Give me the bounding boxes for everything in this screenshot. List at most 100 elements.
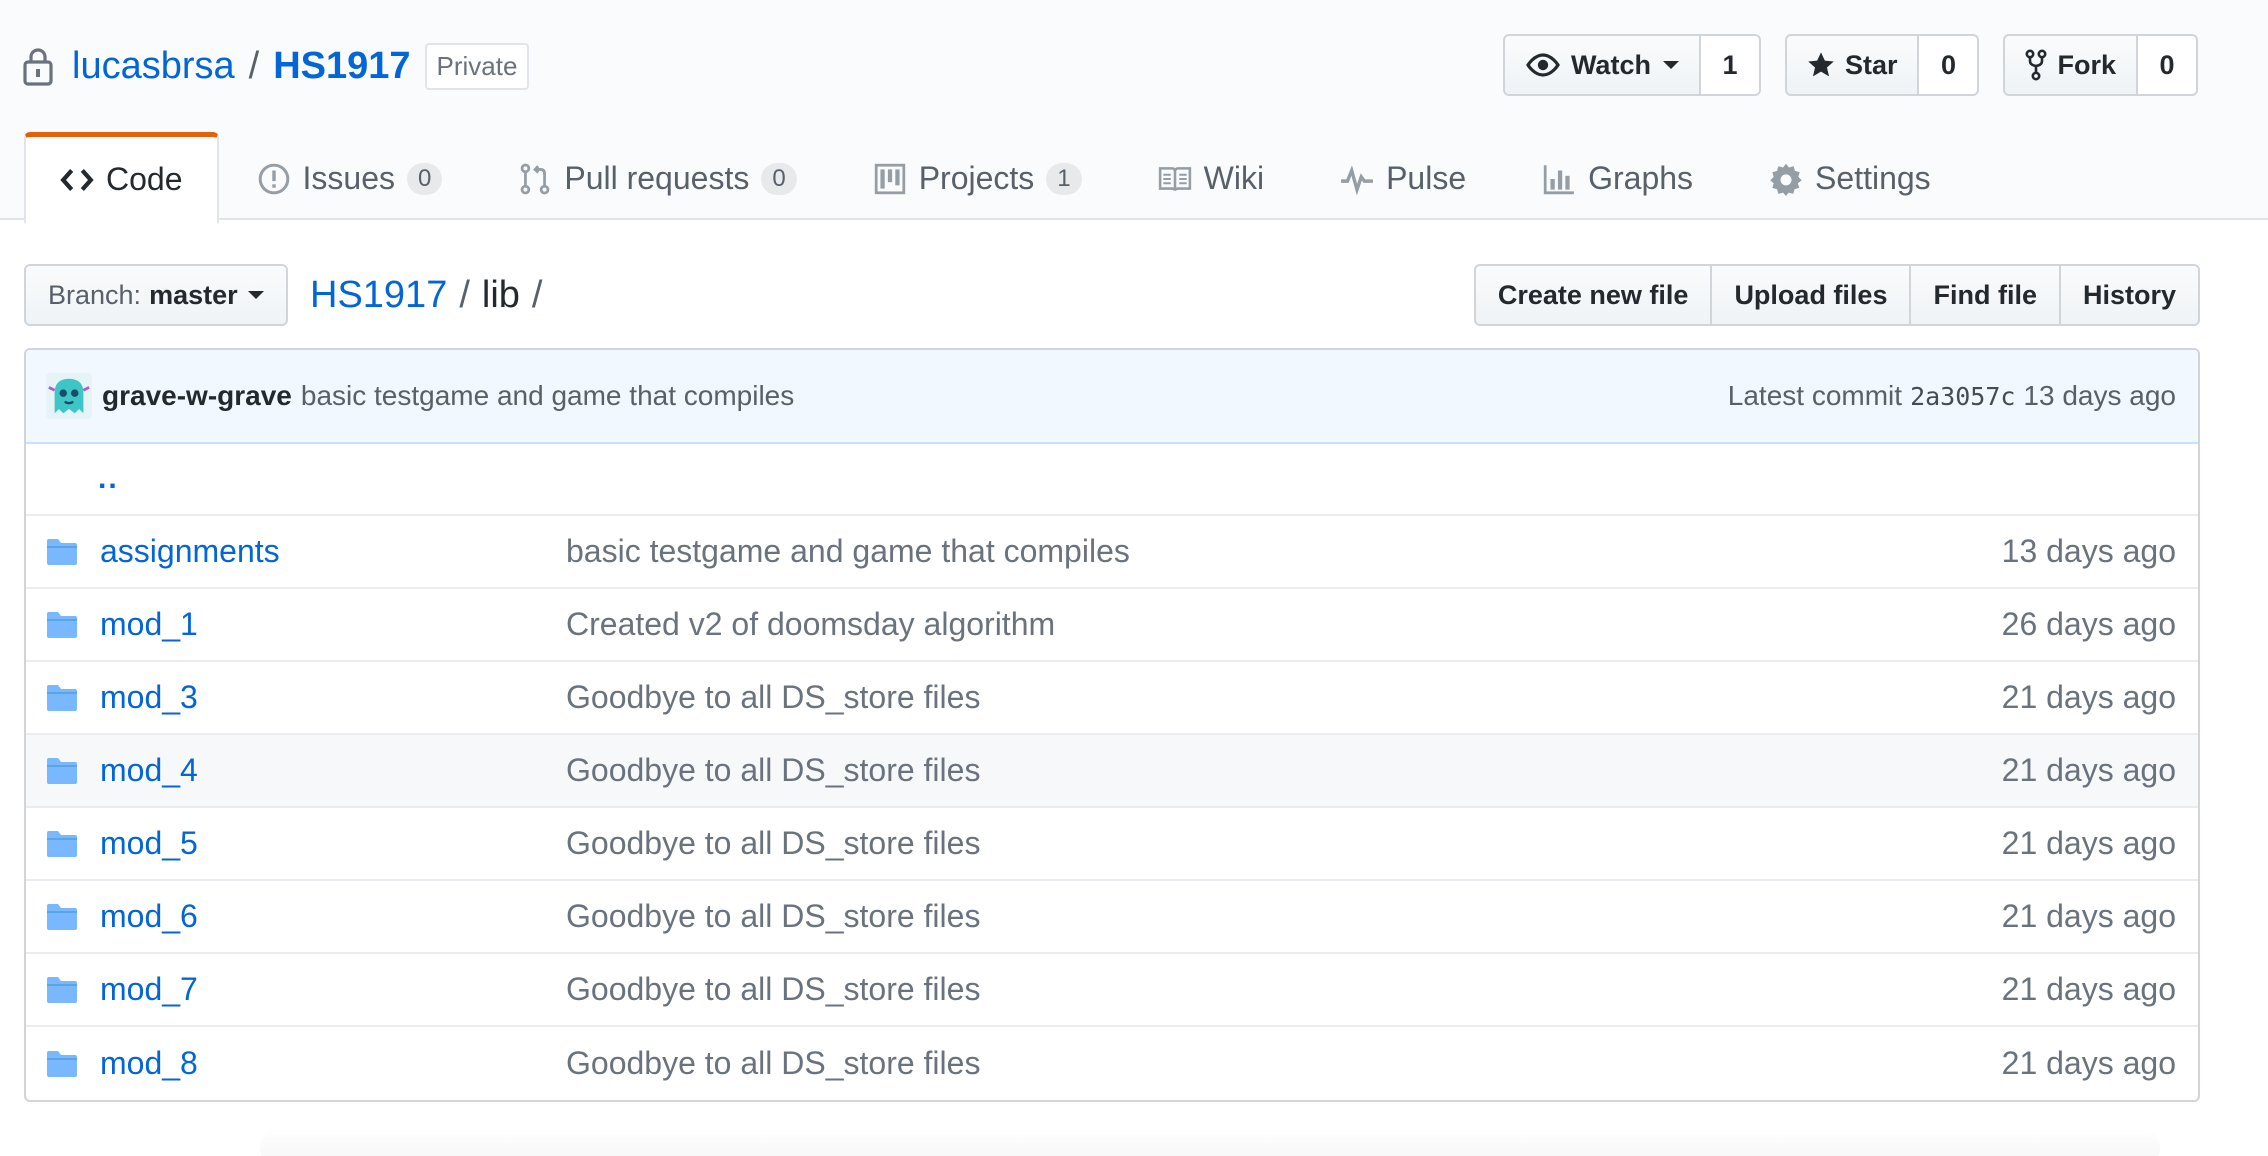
commit-author-link[interactable]: grave-w-grave [102, 380, 292, 412]
code-icon [60, 168, 94, 191]
parent-directory-link[interactable]: .. [98, 462, 119, 496]
file-commit-message-link[interactable]: Goodbye to all DS_store files [566, 825, 2002, 862]
breadcrumb-repo-link[interactable]: HS1917 [310, 274, 447, 317]
folder-icon [47, 684, 77, 711]
commit-message-link[interactable]: basic testgame and game that compiles [301, 380, 794, 412]
chevron-down-icon [1662, 61, 1679, 69]
tab-code[interactable]: Code [24, 132, 219, 224]
create-new-file-button[interactable]: Create new file [1473, 264, 1713, 326]
file-rows: assignments basic testgame and game that … [26, 516, 2198, 1100]
tab-code-label: Code [106, 161, 183, 197]
commit-tease: grave-w-grave basic testgame and game th… [26, 350, 2198, 444]
table-row[interactable]: mod_3 Goodbye to all DS_store files 21 day… [26, 662, 2198, 735]
folder-icon [47, 976, 77, 1003]
tab-wiki-label: Wiki [1203, 160, 1265, 196]
file-name-link[interactable]: mod_5 [100, 825, 566, 862]
file-commit-message-link[interactable]: basic testgame and game that compiles [566, 533, 2002, 570]
tab-settings[interactable]: Settings [1731, 132, 1969, 222]
tab-settings-label: Settings [1815, 160, 1931, 196]
pulse-icon [1341, 164, 1373, 195]
file-name-link[interactable]: mod_3 [100, 679, 566, 716]
fork-icon [2025, 49, 2047, 81]
projects-counter: 1 [1046, 162, 1082, 195]
tab-projects-label: Projects [918, 160, 1035, 196]
commit-sha-link[interactable]: 2a3057c [1910, 382, 2015, 411]
tab-pulse[interactable]: Pulse [1302, 132, 1504, 222]
table-row[interactable]: mod_6 Goodbye to all DS_store files 21 day… [26, 881, 2198, 954]
table-row[interactable]: mod_5 Goodbye to all DS_store files 21 day… [26, 808, 2198, 881]
parent-directory-row: .. [26, 444, 2198, 516]
table-row[interactable]: assignments basic testgame and game that … [26, 516, 2198, 589]
branch-select-button[interactable]: Branch: master [24, 264, 288, 326]
file-name-link[interactable]: assignments [100, 533, 566, 570]
repo-nav: Code Issues 0 Pull requests 0 Projects 1… [24, 132, 1969, 224]
issue-icon [258, 163, 289, 194]
file-navigation: Branch: master HS1917 / lib / Create new… [24, 264, 2200, 326]
file-commit-message-link[interactable]: Goodbye to all DS_store files [566, 898, 2002, 935]
tab-projects[interactable]: Projects 1 [835, 132, 1120, 222]
history-button[interactable]: History [2058, 264, 2200, 326]
file-name-link[interactable]: mod_4 [100, 752, 566, 789]
commit-age: 13 days ago [2023, 380, 2176, 411]
project-icon [874, 163, 905, 194]
avatar[interactable] [46, 373, 92, 419]
file-commit-message-link[interactable]: Goodbye to all DS_store files [566, 752, 2002, 789]
star-label: Star [1844, 49, 1898, 80]
watch-group: Watch 1 [1502, 34, 1761, 96]
chevron-down-icon [247, 291, 264, 299]
upload-files-button[interactable]: Upload files [1710, 264, 1912, 326]
star-group: Star 0 [1784, 34, 1980, 96]
watch-button[interactable]: Watch [1502, 34, 1701, 96]
table-row[interactable]: mod_7 Goodbye to all DS_store files 21 day… [26, 954, 2198, 1027]
file-name-link[interactable]: mod_6 [100, 898, 566, 935]
star-count[interactable]: 0 [1919, 34, 1980, 96]
file-name-link[interactable]: mod_8 [100, 1045, 566, 1082]
lock-icon [23, 48, 53, 86]
table-row[interactable]: mod_4 Goodbye to all DS_store files 21 day… [26, 735, 2198, 808]
tab-graphs[interactable]: Graphs [1504, 132, 1731, 222]
branch-name: master [149, 279, 238, 310]
tab-graphs-label: Graphs [1588, 160, 1694, 196]
star-icon [1808, 52, 1834, 77]
file-age: 21 days ago [2001, 971, 2176, 1007]
folder-icon [47, 830, 77, 857]
watch-label: Watch [1570, 49, 1651, 80]
file-commit-message-link[interactable]: Goodbye to all DS_store files [566, 679, 2002, 716]
tab-pull-requests[interactable]: Pull requests 0 [480, 132, 834, 222]
file-listing: grave-w-grave basic testgame and game th… [24, 348, 2200, 1102]
breadcrumb: HS1917 / lib / [310, 264, 554, 326]
title-separator: / [248, 44, 260, 87]
file-age: 13 days ago [2001, 533, 2176, 569]
latest-commit-label: Latest commit [1727, 380, 1903, 411]
breadcrumb-current-dir: lib [481, 273, 520, 316]
file-commit-message-link[interactable]: Goodbye to all DS_store files [566, 971, 2002, 1008]
fork-button[interactable]: Fork [2003, 34, 2138, 96]
watch-count[interactable]: 1 [1700, 34, 1761, 96]
file-age: 26 days ago [2001, 606, 2176, 642]
repo-name-link[interactable]: HS1917 [273, 45, 410, 88]
tab-issues[interactable]: Issues 0 [219, 132, 481, 222]
repo-title: lucasbrsa / HS1917 Private [22, 38, 530, 94]
file-commit-message-link[interactable]: Created v2 of doomsday algorithm [566, 606, 2002, 643]
tab-wiki[interactable]: Wiki [1120, 132, 1302, 222]
table-row[interactable]: mod_8 Goodbye to all DS_store files 21 day… [26, 1027, 2198, 1100]
file-name-link[interactable]: mod_1 [100, 606, 566, 643]
file-name-link[interactable]: mod_7 [100, 971, 566, 1008]
file-commit-message-link[interactable]: Goodbye to all DS_store files [566, 1045, 2002, 1082]
fork-count[interactable]: 0 [2138, 34, 2198, 96]
star-button[interactable]: Star [1784, 34, 1920, 96]
tab-pulse-label: Pulse [1386, 160, 1467, 196]
folder-icon [47, 538, 77, 565]
breadcrumb-separator: / [459, 273, 470, 316]
tab-issues-label: Issues [302, 160, 395, 196]
file-age: 21 days ago [2001, 825, 2176, 861]
table-row[interactable]: mod_1 Created v2 of doomsday algorithm 26 … [26, 589, 2198, 662]
pull-requests-counter: 0 [761, 162, 797, 195]
folder-icon [47, 611, 77, 638]
find-file-button[interactable]: Find file [1909, 264, 2061, 326]
branch-prefix: Branch: [48, 279, 142, 310]
page-fade [260, 1128, 2160, 1156]
fork-group: Fork 0 [2003, 34, 2198, 96]
file-age: 21 days ago [2001, 752, 2176, 788]
repo-owner-link[interactable]: lucasbrsa [72, 45, 235, 88]
